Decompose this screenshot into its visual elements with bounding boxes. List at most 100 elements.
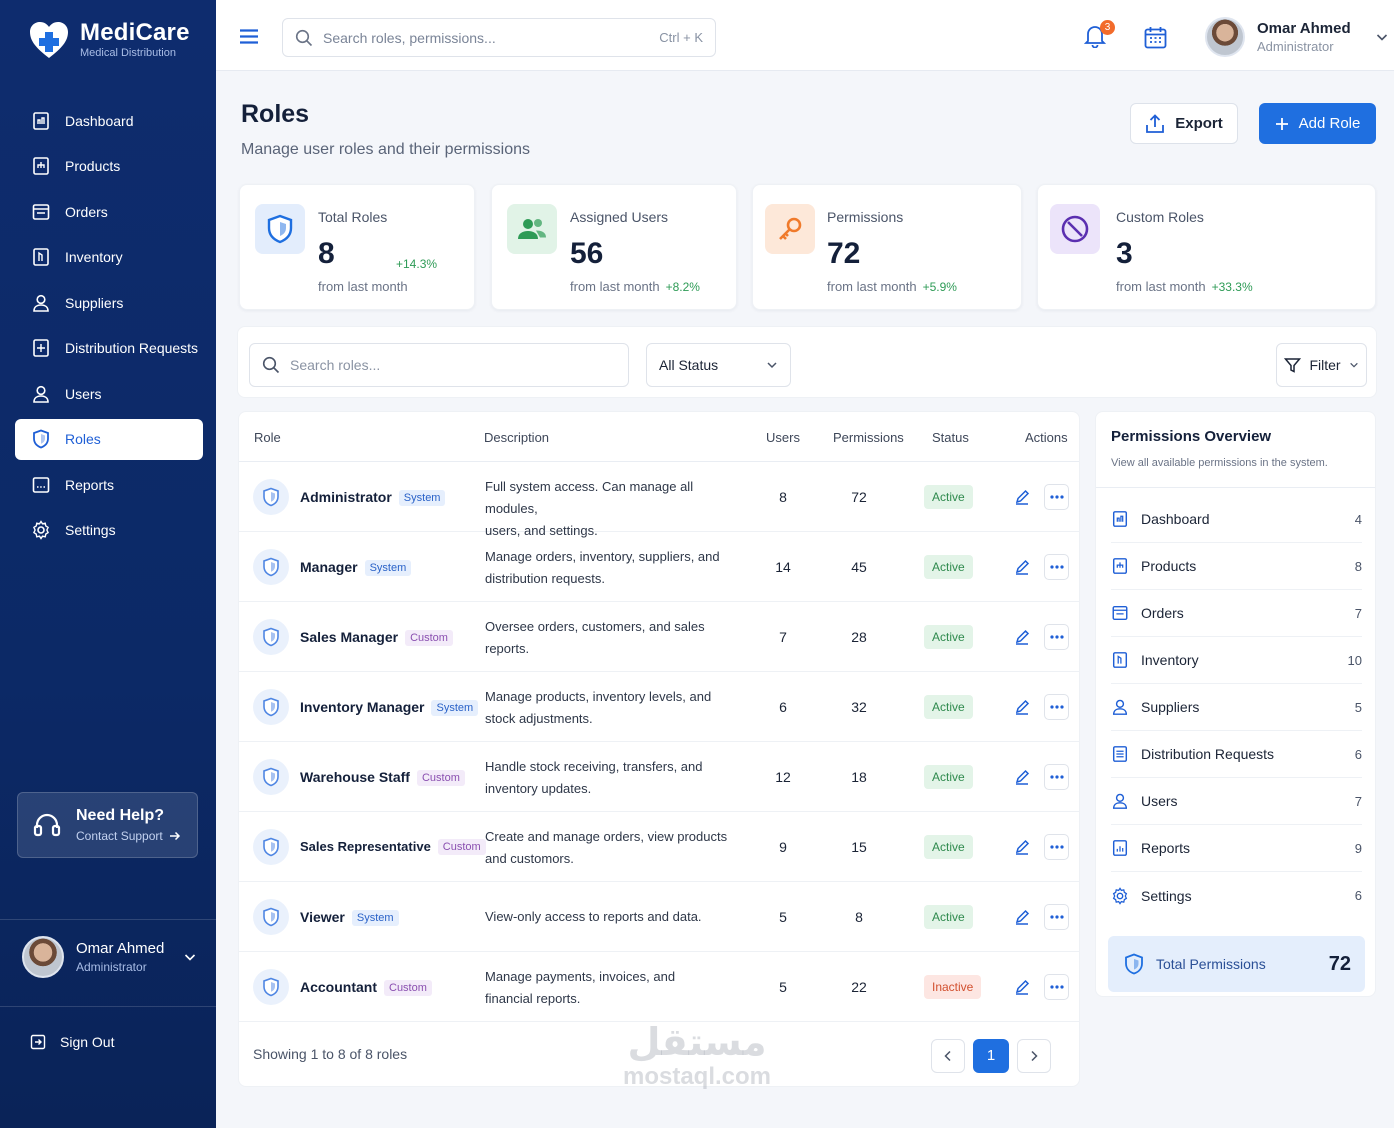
contact-support-link[interactable]: Contact Support [76,829,181,843]
sidebar-item-orders[interactable]: Orders [15,191,203,232]
role-name-text: Manager [300,559,358,575]
calendar-icon[interactable] [1144,26,1167,49]
more-actions-button[interactable] [1044,834,1069,860]
sidebar-item-settings[interactable]: Settings [15,510,203,551]
role-description-line: Manage orders, inventory, suppliers, and [485,549,720,564]
role-permissions-count: 28 [851,629,867,645]
chevron-left-icon [944,1050,951,1062]
edit-icon [1015,769,1030,785]
status-badge: Active [924,485,973,509]
permission-count: 7 [1354,793,1362,809]
column-header-role[interactable]: Role [254,430,281,445]
more-actions-button[interactable] [1044,974,1069,1000]
role-description-line: and customors. [485,851,574,866]
help-card[interactable]: Need Help? Contact Support [17,792,198,858]
table-row[interactable]: Administrator System Full system access. C… [239,462,1079,538]
edit-button[interactable] [1011,486,1033,508]
more-actions-button[interactable] [1044,624,1069,650]
table-row[interactable]: Viewer System View-only access to reports … [239,882,1079,952]
filter-button[interactable]: Filter [1276,343,1367,387]
notification-badge: 3 [1100,20,1115,35]
add-role-button[interactable]: Add Role [1259,103,1376,144]
permission-item[interactable]: Products 8 [1111,543,1362,590]
edit-button[interactable] [1011,556,1033,578]
more-icon [1049,985,1064,989]
permission-count: 6 [1354,888,1362,903]
sidebar-user[interactable]: Omar Ahmed Administrator [22,936,197,978]
export-button[interactable]: Export [1130,103,1238,144]
permission-item[interactable]: Settings 6 [1111,872,1362,919]
role-description-line: distribution requests. [485,571,605,586]
table-row[interactable]: Inventory Manager System Manage products, … [239,672,1079,742]
sidebar-item-users[interactable]: Users [15,373,203,414]
brand[interactable]: MediCare Medical Distribution [28,20,190,60]
menu-icon[interactable] [240,29,258,44]
more-actions-button[interactable] [1044,554,1069,580]
watermark-text: mostaql.com [622,1063,772,1090]
sign-out-label: Sign Out [60,1034,115,1050]
shield-icon [267,214,293,244]
more-actions-button[interactable] [1044,694,1069,720]
edit-icon [1015,979,1030,995]
table-row[interactable]: Warehouse Staff Custom Handle stock receiv… [239,742,1079,812]
sidebar-item-inventory[interactable]: Inventory [15,237,203,278]
role-description: Oversee orders, customers, and sales repo… [485,616,747,660]
divider [1096,487,1375,488]
edit-button[interactable] [1011,836,1033,858]
permission-item[interactable]: Inventory 10 [1111,637,1362,684]
more-actions-button[interactable] [1044,484,1069,510]
more-icon [1049,565,1064,569]
table-row[interactable]: Sales Representative Custom Create and man… [239,812,1079,882]
upload-icon [1146,113,1165,133]
role-icon [253,969,289,1005]
sign-out-icon [30,1034,46,1050]
status-select[interactable]: All Status [646,343,791,387]
sidebar-item-reports[interactable]: Reports [15,464,203,505]
sidebar-item-suppliers[interactable]: Suppliers [15,282,203,323]
stat-card-total-roles: Total Roles 8 +14.3% from last month [239,184,475,310]
pagination-page-1[interactable]: 1 [973,1039,1009,1073]
chevron-down-icon[interactable] [183,950,197,964]
table-row[interactable]: Accountant Custom Manage payments, invoice… [239,952,1079,1022]
sign-out-button[interactable]: Sign Out [30,1034,114,1050]
sidebar-item-distribution-requests[interactable]: Distribution Requests [15,328,203,369]
roles-search-input[interactable]: Search roles... [249,343,629,387]
sidebar-item-roles[interactable]: Roles [15,418,203,460]
permission-item[interactable]: Distribution Requests 6 [1111,731,1362,778]
header-user-menu[interactable]: Omar Ahmed Administrator [1205,17,1389,57]
pagination-next-button[interactable] [1017,1039,1051,1073]
edit-button[interactable] [1011,696,1033,718]
sidebar-item-products[interactable]: Products [15,146,203,187]
edit-icon [1015,839,1030,855]
permission-item[interactable]: Dashboard 4 [1111,496,1362,543]
stat-delta: +14.3% [396,257,438,271]
status-badge: Active [924,835,973,859]
permission-item[interactable]: Users 7 [1111,778,1362,825]
more-actions-button[interactable] [1044,764,1069,790]
column-header-users[interactable]: Users [766,430,800,445]
table-row[interactable]: Manager System Manage orders, inventory, s… [239,532,1079,602]
user-icon [33,294,49,312]
stat-value: 8 [318,237,335,270]
permission-item[interactable]: Orders 7 [1111,590,1362,637]
global-search-input[interactable]: Search roles, permissions... Ctrl + K [282,18,716,57]
column-header-status[interactable]: Status [932,430,969,445]
permission-item[interactable]: Reports 9 [1111,825,1362,872]
permission-item[interactable]: Suppliers 5 [1111,684,1362,731]
role-users-count: 14 [775,559,791,575]
sidebar-item-label: Users [65,385,102,402]
role-name: Sales Manager Custom [300,629,453,646]
edit-button[interactable] [1011,906,1033,928]
stat-icon-bg [1050,204,1100,254]
column-header-permissions[interactable]: Permissions [833,430,904,445]
pagination-prev-button[interactable] [931,1039,965,1073]
edit-button[interactable] [1011,766,1033,788]
sidebar-item-dashboard[interactable]: Dashboard [15,100,203,141]
role-users-count: 8 [779,489,787,505]
total-permissions: Total Permissions 72 [1108,936,1365,992]
edit-button[interactable] [1011,976,1033,998]
sidebar-item-label: Settings [65,522,116,538]
edit-button[interactable] [1011,626,1033,648]
more-actions-button[interactable] [1044,904,1069,930]
table-row[interactable]: Sales Manager Custom Oversee orders, custo… [239,602,1079,672]
